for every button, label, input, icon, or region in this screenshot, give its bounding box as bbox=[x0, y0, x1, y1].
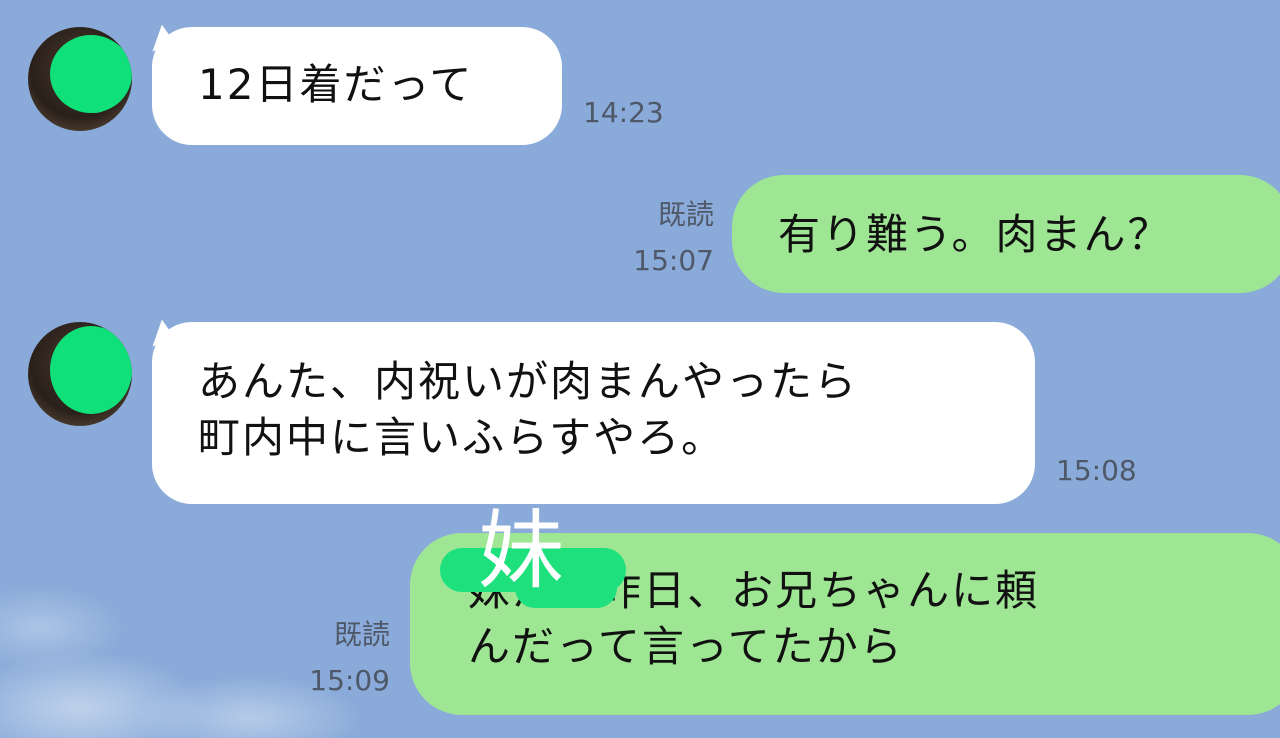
message-time: 15:07 bbox=[633, 244, 714, 277]
message-line: あんた、内祝いが肉まんやったら bbox=[198, 357, 859, 406]
message-text: 12日着だって bbox=[198, 60, 474, 109]
avatar-redaction bbox=[74, 79, 114, 113]
message-line: 町内中に言いふらすやろ。 bbox=[198, 413, 726, 462]
message-line: んだって言ってたから bbox=[468, 622, 904, 671]
incoming-message-bubble[interactable]: 12日着だって bbox=[152, 27, 562, 145]
sister-label: 妹 bbox=[478, 501, 564, 601]
message-time: 15:09 bbox=[309, 664, 390, 697]
incoming-message-bubble[interactable]: あんた、内祝いが肉まんやったら 町内中に言いふらすやろ。 bbox=[152, 322, 1035, 504]
sender-avatar[interactable] bbox=[28, 322, 132, 426]
avatar-redaction bbox=[88, 350, 132, 396]
read-receipt: 既読 bbox=[333, 618, 390, 651]
read-receipt: 既読 bbox=[657, 198, 714, 231]
message-time: 15:08 bbox=[1056, 454, 1137, 487]
outgoing-message-bubble[interactable]: 有り難う。肉まん？ bbox=[732, 175, 1280, 293]
background-clouds bbox=[0, 538, 460, 738]
sender-avatar[interactable] bbox=[28, 27, 132, 131]
message-text: 有り難う。肉まん？ bbox=[778, 210, 1172, 259]
message-time: 14:23 bbox=[583, 96, 664, 129]
